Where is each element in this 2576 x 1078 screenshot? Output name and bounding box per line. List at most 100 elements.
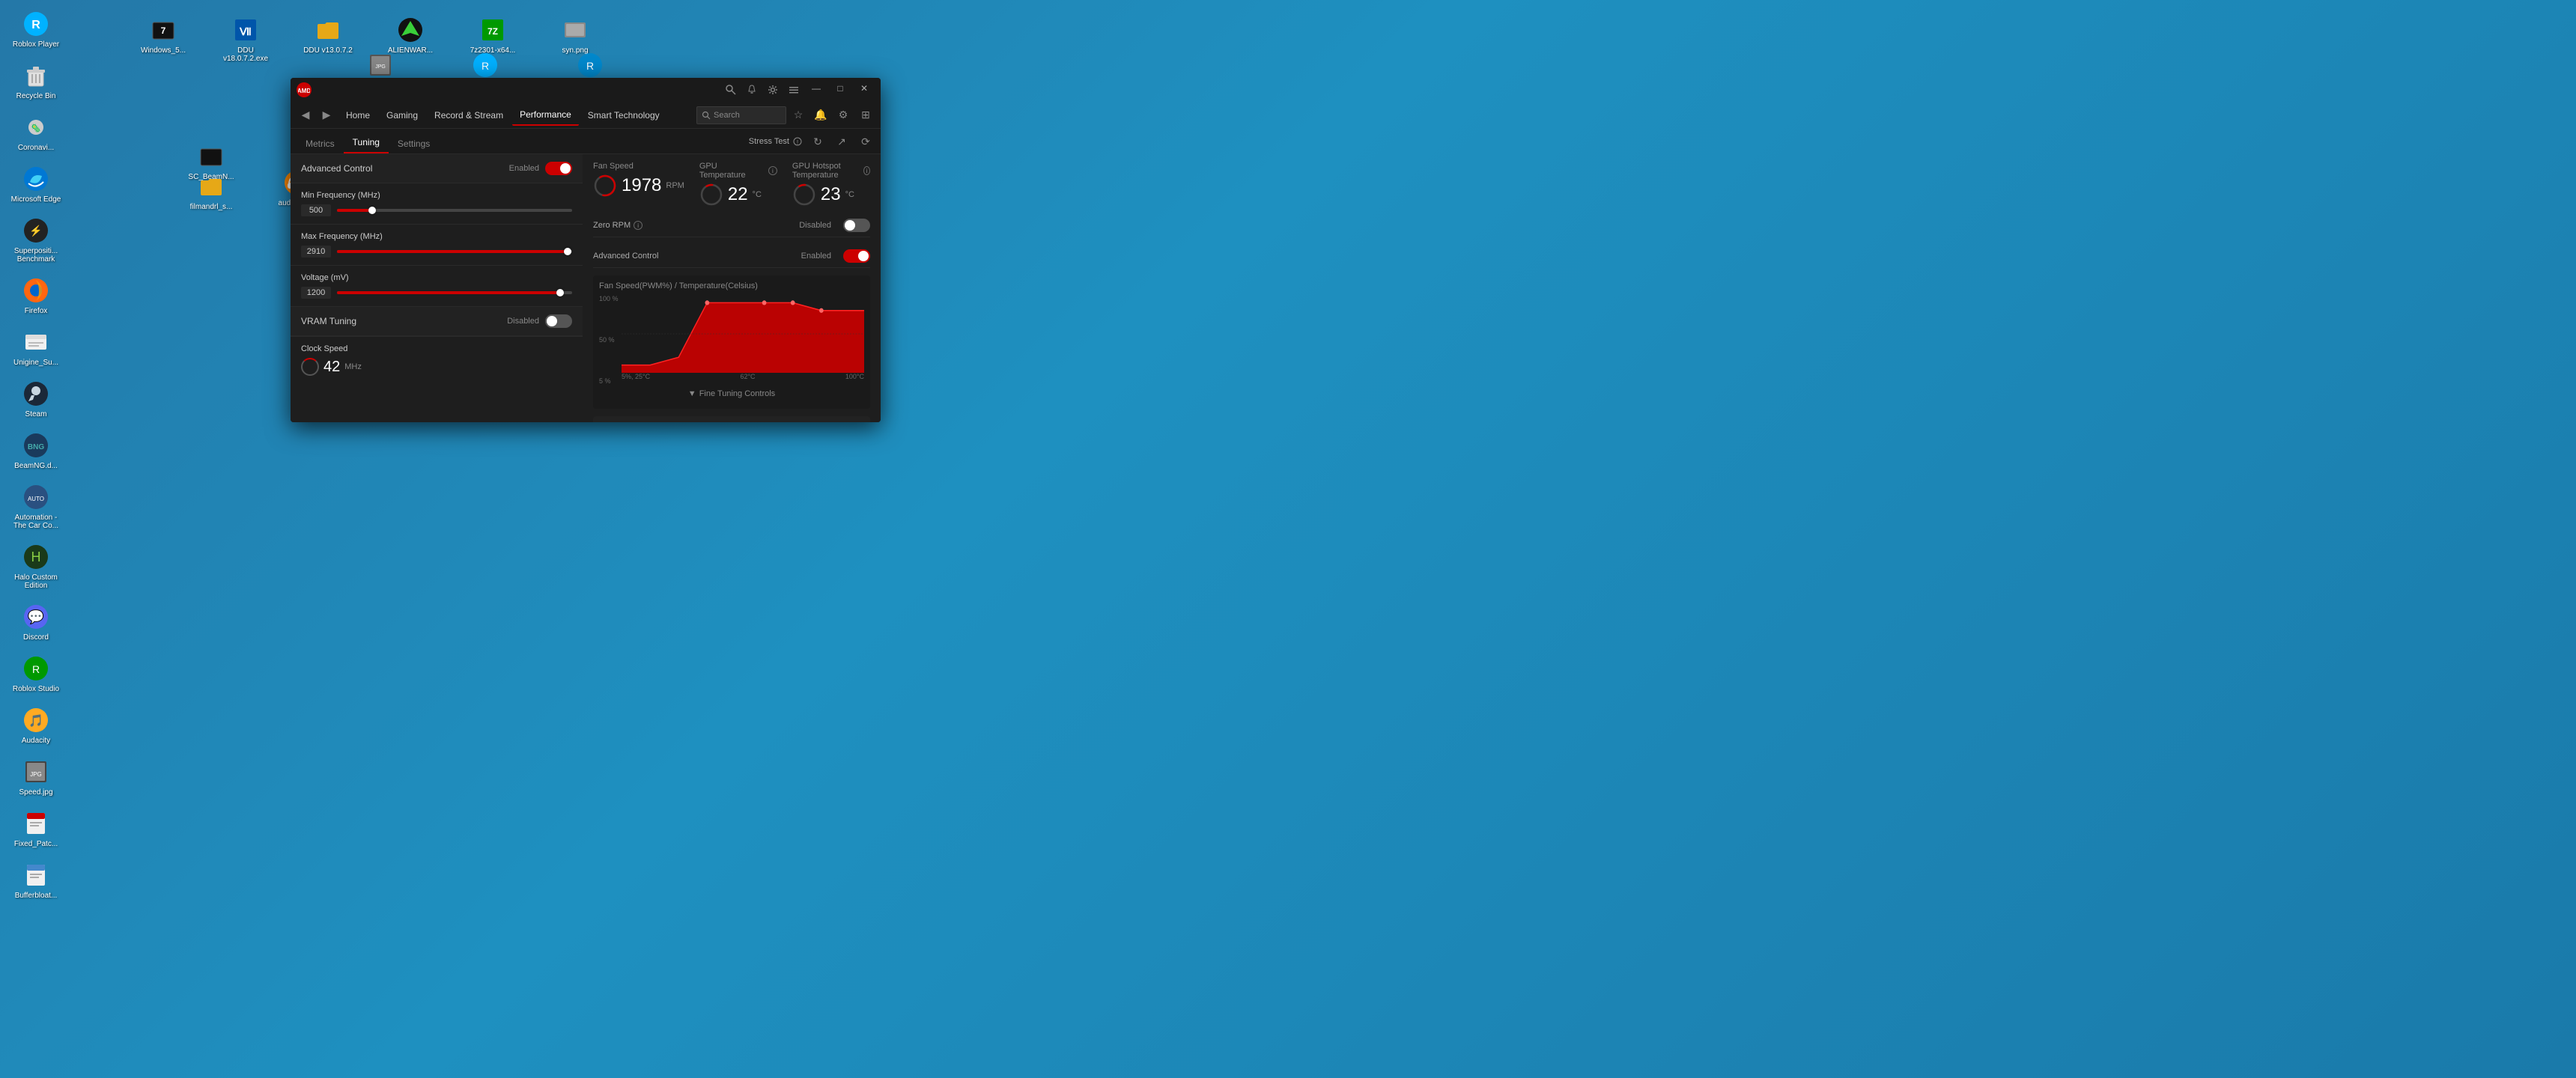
settings-icon[interactable]: ⚙ [834,106,852,124]
desktop-icon-audacity[interactable]: 🎵 Audacity [6,702,66,748]
desktop-icon-edge[interactable]: Microsoft Edge [6,161,66,207]
bufferbloat-label: Bufferbloat... [15,892,58,900]
titlebar-menu-icon[interactable] [785,81,803,99]
notification-icon[interactable]: 🔔 [812,106,830,124]
desktop-icon-halo[interactable]: H Halo Custom Edition [6,539,66,593]
clock-speed-section: Clock Speed 42 MHz [291,337,583,383]
desktop-icon-bufferbloat[interactable]: Bufferbloat... [6,857,66,903]
min-freq-track[interactable] [337,209,572,212]
desktop-icon-beamng[interactable]: BNG BeamNG.d... [6,427,66,473]
nav-home[interactable]: Home [338,105,377,126]
max-freq-thumb[interactable] [564,248,571,255]
close-button[interactable]: ✕ [854,81,875,96]
titlebar-search-icon[interactable] [722,81,740,99]
fine-tuning-label: Fine Tuning Controls [699,389,776,398]
title-bar-controls: — □ ✕ [722,81,875,99]
voltage-track[interactable] [337,291,572,294]
chart-y-50: 50 % [599,336,622,344]
expand-icon[interactable]: ⊞ [857,106,875,124]
desktop-icon-recycle-bin[interactable]: Recycle Bin [6,58,66,103]
desktop-icon-fixed-patc[interactable]: Fixed_Patc... [6,806,66,851]
filmandrl-label: filmandrl_s... [190,203,233,211]
tab-settings[interactable]: Settings [389,134,439,153]
svg-text:BNG: BNG [28,443,44,451]
advanced-control-right-toggle[interactable] [843,249,870,263]
voltage-row: 1200 [301,287,572,299]
desktop-icon-ddu-exe[interactable]: Ⅶ DDU v18.0.7.2.exe [216,12,276,66]
nav-performance[interactable]: Performance [512,105,579,126]
search-box[interactable]: Search [696,106,786,124]
maximize-button[interactable]: □ [830,81,851,96]
desktop-icon-discord[interactable]: 💬 Discord [6,599,66,645]
desktop-icon-firefox[interactable]: Firefox [6,272,66,318]
windows50-label: Windows_5... [141,46,186,55]
roblox-play-mid-icon: R [575,50,605,80]
recycle-bin-icon [21,61,51,91]
audacity-label: Audacity [22,737,50,745]
svg-text:⚡: ⚡ [29,225,42,237]
fan-speed-label: Fan Speed [593,162,684,171]
fine-tuning-controls[interactable]: ▼ Fine Tuning Controls [599,385,864,403]
chart-x-labels: 5%, 25°C 62°C 100°C [622,373,864,385]
search-placeholder: Search [714,111,740,120]
roblox-player-icon: R [21,9,51,39]
min-freq-thumb[interactable] [368,207,376,214]
stress-test-button[interactable]: Stress Test ! [749,136,803,147]
nav-bar: ◀ ▶ Home Gaming Record & Stream Performa… [291,102,881,129]
desktop-icon-roblox-studio[interactable]: R Roblox Studio [6,651,66,696]
star-icon[interactable]: ☆ [789,106,807,124]
voltage-fill [337,291,560,294]
chart-area[interactable]: 100 % 50 % 5 % [599,295,864,385]
zero-rpm-status: Disabled [799,221,831,230]
advanced-control-label: Advanced Control [301,163,372,174]
zero-rpm-toggle[interactable] [843,219,870,232]
zero-rpm-right: Disabled [799,219,870,232]
desktop-icon-coronavirus[interactable]: 🦠 Coronavi... [6,109,66,155]
gpu-temp-card: GPU Temperature i 22 °C [699,162,777,207]
vram-toggle[interactable] [545,314,572,328]
halo-icon: H [21,542,51,572]
clock-value: 42 [323,359,340,376]
desktop-icon-automation[interactable]: AUTO Automation - The Car Co... [6,479,66,533]
voltage-section: Voltage (mV) 1200 [291,266,583,307]
desktop-icon-steam[interactable]: Steam [6,376,66,421]
fan-speed-value-row: 1978 RPM [593,174,684,198]
back-button[interactable]: ◀ [297,106,315,124]
max-freq-track[interactable] [337,250,572,253]
edge-label: Microsoft Edge [11,195,61,204]
zero-rpm-info-icon[interactable]: i [634,221,643,230]
desktop-icon-roblox-player[interactable]: R Roblox Player [6,6,66,52]
titlebar-bell-icon[interactable] [743,81,761,99]
svg-text:Ⅶ: Ⅶ [239,25,252,37]
filmandrl-folder-desktop[interactable]: filmandrl_s... [181,168,241,214]
zero-rpm-row: Zero RPM i Disabled [593,214,870,237]
export-icon[interactable]: ↗ [833,133,851,150]
clock-unit: MHz [344,362,362,371]
nav-smart-technology[interactable]: Smart Technology [580,105,667,126]
title-bar-left: Home AMD [297,82,312,97]
advanced-control-toggle[interactable] [545,162,572,175]
voltage-thumb[interactable] [556,289,564,296]
nav-gaming[interactable]: Gaming [379,105,425,126]
titlebar-gear-icon[interactable] [764,81,782,99]
forward-button[interactable]: ▶ [318,106,335,124]
desktop-icon-unigine[interactable]: Unigine_Su... [6,324,66,370]
nav-record-stream[interactable]: Record & Stream [427,105,511,126]
minimize-button[interactable]: — [806,81,827,96]
chart-x-62: 62°C [740,373,755,385]
desktop-icon-speed[interactable]: JPG Speed.jpg [6,754,66,800]
recycle-bin-label: Recycle Bin [16,92,56,100]
gpu-hotspot-info-icon[interactable]: i [863,166,870,175]
fine-tuning-chevron: ▼ [688,389,696,398]
tab-tuning[interactable]: Tuning [344,133,389,153]
halo-label: Halo Custom Edition [9,573,63,590]
min-frequency-section: Min Frequency (MHz) 500 [291,183,583,225]
reset-icon[interactable]: ⟳ [857,133,875,150]
tab-metrics[interactable]: Metrics [297,134,344,153]
gpu-temp-info-icon[interactable]: i [768,166,777,175]
desktop-icon-superposition[interactable]: ⚡ Superpositi...Benchmark [6,213,66,267]
refresh-icon[interactable]: ↻ [809,133,827,150]
roblox-studio-label: Roblox Studio [13,685,59,693]
desktop-icon-windows50[interactable]: 7 Windows_5... [133,12,193,66]
coronavirus-icon: 🦠 [21,112,51,142]
